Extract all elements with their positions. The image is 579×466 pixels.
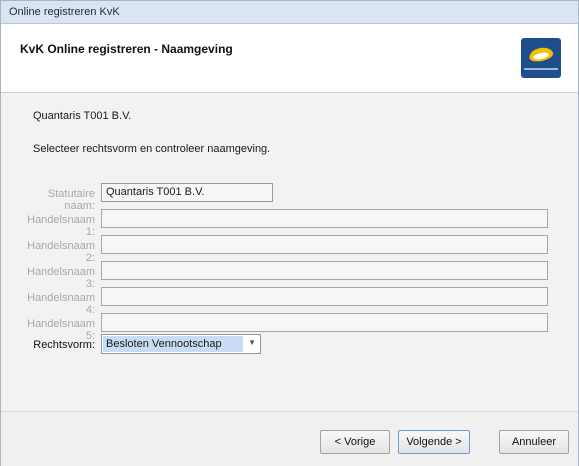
handelsnaam-4-field[interactable] xyxy=(101,287,548,306)
handelsnaam-3-field[interactable] xyxy=(101,261,548,280)
rechtsvorm-select[interactable]: Besloten Vennootschap ▼ xyxy=(101,334,261,354)
rechtsvorm-label: Rechtsvorm: xyxy=(33,339,95,351)
wizard-header: KvK Online registreren - Naamgeving xyxy=(1,24,578,93)
wizard-window: Online registreren KvK KvK Online regist… xyxy=(0,0,579,466)
handelsnaam-2-field[interactable] xyxy=(101,235,548,254)
company-name: Quantaris T001 B.V. xyxy=(33,110,132,122)
instruction-text: Selecteer rechtsvorm en controleer naamg… xyxy=(33,143,271,155)
title-bar: Online registreren KvK xyxy=(1,1,578,24)
wizard-content: Quantaris T001 B.V. Selecteer rechtsvorm… xyxy=(1,93,578,411)
handelsnaam-1-field[interactable] xyxy=(101,209,548,228)
next-button[interactable]: Volgende > xyxy=(398,430,470,454)
wizard-footer: < Vorige Volgende > Annuleer xyxy=(1,411,578,466)
statutaire-naam-label: Statutaire naam: xyxy=(47,188,95,212)
handelsnaam-3-label: Handelsnaam 3: xyxy=(27,266,95,290)
kvk-logo-icon xyxy=(521,38,561,78)
back-button[interactable]: < Vorige xyxy=(320,430,390,454)
handelsnaam-5-field[interactable] xyxy=(101,313,548,332)
window-title: Online registreren KvK xyxy=(9,6,120,18)
handelsnaam-2-label: Handelsnaam 2: xyxy=(27,240,95,264)
chevron-down-icon[interactable]: ▼ xyxy=(248,338,256,347)
rechtsvorm-selected-value: Besloten Vennootschap xyxy=(103,336,243,352)
handelsnaam-1-label: Handelsnaam 1: xyxy=(27,214,95,238)
statutaire-naam-field[interactable]: Quantaris T001 B.V. xyxy=(101,183,273,202)
cancel-button[interactable]: Annuleer xyxy=(499,430,569,454)
handelsnaam-4-label: Handelsnaam 4: xyxy=(27,292,95,316)
page-title: KvK Online registreren - Naamgeving xyxy=(20,42,233,56)
